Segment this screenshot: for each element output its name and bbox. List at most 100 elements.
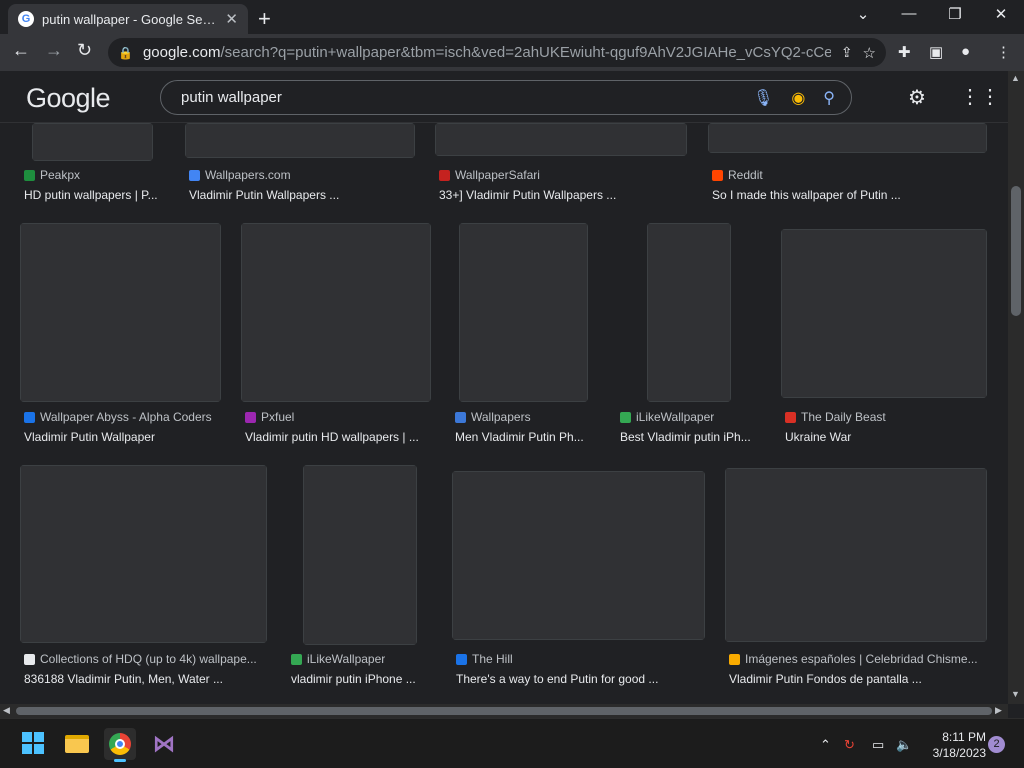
chrome-logo-icon (109, 733, 131, 755)
reload-icon[interactable]: ↻ (77, 40, 92, 61)
result-card[interactable]: The Daily Beast Ukraine War (781, 223, 987, 448)
mic-icon[interactable]: 🎙 (753, 88, 773, 108)
result-card[interactable]: Pxfuel Vladimir putin HD wallpapers | ..… (241, 223, 431, 448)
source-name: The Hill (472, 652, 513, 666)
result-caption: So I made this wallpaper of Putin ... (712, 188, 901, 202)
result-caption: Vladimir putin HD wallpapers | ... (245, 430, 419, 444)
search-box[interactable]: putin wallpaper 🎙 ◉ ⚲ (160, 80, 852, 115)
source-favicon-icon (24, 411, 35, 423)
result-image-placeholder[interactable] (435, 123, 687, 156)
result-card[interactable]: iLikeWallpaper vladimir putin iPhone ... (287, 465, 437, 695)
source-name: Pxfuel (261, 410, 295, 424)
notification-badge[interactable]: 2 (988, 736, 1005, 753)
source-name: Wallpapers.com (205, 168, 291, 182)
result-caption: Ukraine War (785, 430, 852, 444)
result-card[interactable]: Collections of HDQ (up to 4k) wallpape..… (20, 465, 268, 695)
scroll-down-icon[interactable]: ▼ (1011, 689, 1020, 699)
tab-search-chevron-icon[interactable]: ⌄ (848, 5, 878, 23)
active-tab[interactable]: G putin wallpaper - Google Search ✕ (8, 4, 248, 34)
result-source: The Daily Beast (785, 410, 886, 424)
minimize-icon[interactable]: — (894, 5, 924, 22)
result-card[interactable]: Peakpx HD putin wallpapers | P... (20, 123, 160, 203)
hscroll-thumb[interactable] (16, 707, 992, 715)
star-icon[interactable]: ☆ (863, 44, 876, 62)
source-favicon-icon (785, 411, 796, 423)
result-caption: Vladimir Putin Fondos de pantalla ... (729, 672, 922, 686)
google-logo[interactable]: Google (26, 83, 111, 114)
taskbar-clock[interactable]: 8:11 PM 3/18/2023 (922, 729, 986, 761)
result-image-placeholder[interactable] (781, 229, 987, 398)
chrome-taskbar-icon[interactable] (104, 728, 136, 762)
result-caption: Vladimir Putin Wallpaper (24, 430, 155, 444)
result-image-placeholder[interactable] (32, 123, 153, 161)
close-window-icon[interactable]: ✕ (986, 5, 1016, 23)
search-input[interactable]: putin wallpaper (181, 89, 735, 106)
result-source: The Hill (456, 652, 513, 666)
result-caption: Vladimir Putin Wallpapers ... (189, 188, 340, 202)
result-card[interactable]: The Hill There's a way to end Putin for … (452, 465, 706, 695)
result-card[interactable]: Imágenes españoles | Celebridad Chisme..… (725, 465, 987, 695)
source-name: WallpaperSafari (455, 168, 540, 182)
result-source: Reddit (712, 168, 763, 182)
back-icon[interactable]: ← (12, 40, 30, 61)
result-card[interactable]: Reddit So I made this wallpaper of Putin… (708, 123, 988, 203)
visual-studio-icon[interactable]: ⋈ (148, 728, 180, 760)
active-indicator (114, 759, 126, 762)
new-tab-icon[interactable]: + (258, 6, 271, 32)
source-favicon-icon (712, 169, 723, 181)
address-url[interactable]: google.com/search?q=putin+wallpaper&tbm=… (143, 44, 831, 61)
result-card[interactable]: iLikeWallpaper Best Vladimir putin iPh..… (616, 223, 766, 448)
result-image-placeholder[interactable] (20, 465, 267, 643)
profile-icon[interactable]: ● (961, 43, 970, 60)
result-image-placeholder[interactable] (452, 471, 705, 640)
vertical-scrollbar[interactable]: ▲ ▼ (1008, 71, 1024, 704)
scroll-up-icon[interactable]: ▲ (1011, 73, 1020, 83)
sync-alert-icon[interactable]: ↻ (844, 737, 855, 753)
source-favicon-icon (455, 411, 466, 423)
result-caption: Best Vladimir putin iPh... (620, 430, 751, 444)
result-image-placeholder[interactable] (185, 123, 415, 158)
share-icon[interactable]: ⇪ (841, 44, 853, 61)
tray-chevron-icon[interactable]: ⌃ (820, 737, 831, 753)
result-image-placeholder[interactable] (647, 223, 731, 402)
lock-icon[interactable]: 🔒 (118, 46, 133, 60)
scroll-thumb[interactable] (1011, 186, 1021, 316)
result-card[interactable]: Wallpapers Men Vladimir Putin Ph... (451, 223, 601, 448)
image-results-grid: Peakpx HD putin wallpapers | P... Wallpa… (0, 123, 1008, 704)
scroll-right-icon[interactable]: ▶ (995, 705, 1002, 716)
result-source: Wallpaper Abyss - Alpha Coders (24, 410, 224, 424)
tab-title: putin wallpaper - Google Search (42, 11, 218, 27)
source-favicon-icon (729, 653, 740, 665)
lens-icon[interactable]: ◉ (791, 88, 805, 108)
url-path: /search?q=putin+wallpaper&tbm=isch&ved=2… (220, 44, 831, 61)
side-panel-icon[interactable]: ▣ (929, 43, 943, 61)
result-source: Pxfuel (245, 410, 294, 424)
source-favicon-icon (439, 169, 450, 181)
settings-icon[interactable]: ⚙ (908, 85, 926, 110)
forward-icon[interactable]: → (45, 40, 63, 61)
result-image-placeholder[interactable] (241, 223, 431, 402)
menu-icon[interactable]: ⋮ (996, 43, 1011, 61)
windows-start-icon[interactable] (18, 728, 50, 760)
result-image-placeholder[interactable] (20, 223, 221, 402)
tab-close-icon[interactable]: ✕ (225, 10, 238, 28)
browser-tab-strip: G putin wallpaper - Google Search ✕ + ⌄ … (0, 0, 1024, 34)
volume-icon[interactable]: 🔈 (896, 737, 912, 753)
result-card[interactable]: WallpaperSafari 33+] Vladimir Putin Wall… (435, 123, 695, 203)
source-name: Wallpaper Abyss - Alpha Coders (40, 410, 212, 424)
file-explorer-icon[interactable] (61, 728, 93, 760)
result-card[interactable]: Wallpaper Abyss - Alpha Coders Vladimir … (20, 223, 221, 448)
result-image-placeholder[interactable] (725, 468, 987, 642)
restore-icon[interactable]: ❐ (940, 5, 970, 23)
network-icon[interactable]: ▭ (872, 737, 884, 753)
source-favicon-icon (291, 653, 302, 665)
result-image-placeholder[interactable] (708, 123, 987, 153)
scroll-left-icon[interactable]: ◀ (3, 705, 10, 716)
result-image-placeholder[interactable] (303, 465, 417, 645)
result-image-placeholder[interactable] (459, 223, 588, 402)
search-icon[interactable]: ⚲ (823, 88, 835, 108)
horizontal-scrollbar[interactable]: ◀ ▶ (0, 704, 1008, 718)
result-card[interactable]: Wallpapers.com Vladimir Putin Wallpapers… (185, 123, 425, 203)
extensions-icon[interactable]: ✚ (898, 43, 911, 61)
address-bar[interactable]: 🔒 google.com/search?q=putin+wallpaper&tb… (108, 38, 886, 67)
